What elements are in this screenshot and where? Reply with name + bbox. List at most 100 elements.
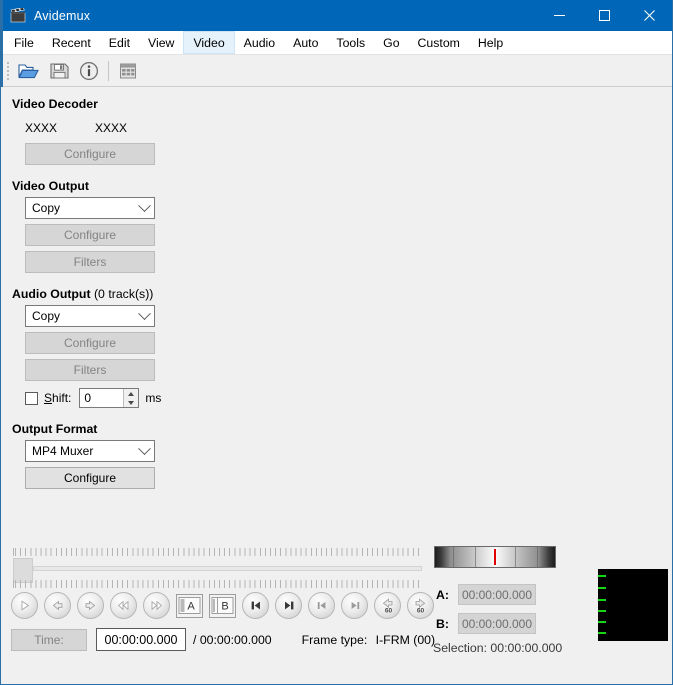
frame-type-value: I-FRM (00) [375, 632, 436, 647]
window-title: Avidemux [34, 8, 91, 23]
bottom-control-area: A B 60 60 Time: 00:00:00.000 / 00:00:00.… [1, 544, 672, 684]
main-content: Video Decoder XXXX XXXX Configure Video … [1, 87, 672, 684]
next-frame-button[interactable] [77, 592, 104, 619]
playhead-marker [494, 549, 496, 565]
video-output-title: Video Output [12, 179, 89, 193]
current-time-input[interactable]: 00:00:00.000 [96, 628, 186, 651]
navigation-strip[interactable] [434, 546, 556, 568]
save-file-icon[interactable] [44, 57, 74, 85]
menu-help[interactable]: Help [469, 31, 512, 54]
previous-keyframe-button[interactable] [308, 592, 335, 619]
forward-button[interactable] [143, 592, 170, 619]
title-bar: Avidemux [1, 0, 672, 31]
audio-output-track-count: (0 track(s)) [90, 287, 154, 301]
info-icon[interactable] [74, 57, 104, 85]
video-output-filters-button[interactable]: Filters [25, 251, 155, 273]
video-decoder-info: XXXX XXXX [12, 121, 179, 135]
video-output-configure-button[interactable]: Configure [25, 224, 155, 246]
video-output-section: Video Output Copy Configure Filters [12, 179, 179, 273]
video-output-codec-value: Copy [32, 201, 61, 215]
frame-type-info: Frame type: I-FRM (00) [302, 633, 435, 647]
time-button[interactable]: Time: [11, 628, 87, 651]
video-decoder-title: Video Decoder [12, 97, 98, 111]
output-format-section: Output Format MP4 Muxer Configure [12, 422, 179, 489]
go-to-marker-a-button[interactable] [242, 592, 269, 619]
next-keyframe-button[interactable] [341, 592, 368, 619]
audio-shift-row: Shift: 0 ms [25, 388, 179, 408]
play-button[interactable] [11, 592, 38, 619]
settings-panel: Video Decoder XXXX XXXX Configure Video … [1, 87, 179, 503]
avidemux-window: Avidemux File Recent Edit View Video Aud… [0, 0, 673, 685]
audio-output-filters-button[interactable]: Filters [25, 359, 155, 381]
calculator-film-icon[interactable] [113, 57, 143, 85]
seek-ticks-bottom [13, 580, 423, 588]
svg-text:B: B [221, 601, 228, 613]
back-60s-button[interactable]: 60 [374, 592, 401, 619]
marker-b-row: B: 00:00:00.000 [433, 613, 536, 634]
toolbar-separator [108, 60, 109, 81]
total-time-label: / 00:00:00.000 [193, 632, 272, 647]
menu-custom[interactable]: Custom [409, 31, 469, 54]
output-format-muxer-select[interactable]: MP4 Muxer [25, 440, 155, 462]
maximize-button[interactable] [582, 0, 627, 31]
rewind-button[interactable] [110, 592, 137, 619]
mark-b-button[interactable]: B [209, 593, 236, 618]
seek-slider[interactable] [13, 548, 423, 588]
video-decoder-field-one: XXXX [25, 121, 58, 135]
svg-text:60: 60 [417, 608, 425, 614]
film-clapper-icon [10, 6, 26, 24]
menu-video[interactable]: Video [183, 31, 235, 54]
output-format-muxer-value: MP4 Muxer [32, 444, 94, 458]
menu-auto[interactable]: Auto [284, 31, 327, 54]
output-format-configure-button[interactable]: Configure [25, 467, 155, 489]
output-format-title: Output Format [12, 422, 98, 436]
frame-type-label: Frame type: [301, 632, 368, 647]
menu-edit[interactable]: Edit [100, 31, 139, 54]
video-decoder-configure-button[interactable]: Configure [25, 143, 155, 165]
audio-output-section: Audio Output (0 track(s)) Copy Configure… [12, 287, 179, 408]
seek-ticks-top [13, 548, 423, 556]
stepper-up-icon[interactable] [124, 389, 138, 398]
window-buttons [537, 0, 672, 31]
mark-a-button[interactable]: A [176, 593, 203, 618]
volume-meter [598, 569, 668, 641]
svg-text:A: A [187, 601, 195, 613]
video-decoder-field-two: XXXX [95, 121, 128, 135]
marker-a-field[interactable]: 00:00:00.000 [458, 584, 536, 605]
marker-a-row: A: 00:00:00.000 [433, 584, 536, 605]
menu-file[interactable]: File [5, 31, 43, 54]
menu-tools[interactable]: Tools [327, 31, 374, 54]
marker-a-label: A: [436, 587, 449, 602]
menu-recent[interactable]: Recent [43, 31, 100, 54]
menu-audio[interactable]: Audio [235, 31, 284, 54]
audio-shift-label: Shift: [44, 391, 72, 405]
audio-shift-units: ms [145, 391, 162, 405]
audio-shift-checkbox[interactable] [25, 391, 38, 405]
seek-groove [33, 566, 422, 571]
chevron-down-icon [138, 198, 151, 212]
chevron-down-icon [138, 306, 151, 320]
minimize-button[interactable] [537, 0, 582, 31]
menu-view[interactable]: View [139, 31, 183, 54]
stepper-down-icon[interactable] [124, 398, 138, 407]
open-file-icon[interactable] [14, 57, 44, 85]
svg-text:60: 60 [385, 608, 393, 614]
go-to-marker-b-button[interactable] [275, 592, 302, 619]
audio-output-title: Audio Output (0 track(s)) [12, 287, 179, 301]
audio-shift-stepper[interactable]: 0 [79, 388, 140, 408]
close-button[interactable] [627, 0, 672, 31]
video-output-codec-select[interactable]: Copy [25, 197, 155, 219]
video-decoder-section: Video Decoder XXXX XXXX Configure [12, 97, 179, 165]
toolbar-grip[interactable] [5, 59, 11, 82]
chevron-down-icon [138, 441, 151, 455]
audio-shift-arrows[interactable] [123, 389, 139, 407]
marker-b-field[interactable]: 00:00:00.000 [458, 613, 536, 634]
menu-go[interactable]: Go [374, 31, 408, 54]
audio-output-codec-select[interactable]: Copy [25, 305, 155, 327]
audio-shift-value: 0 [84, 391, 92, 405]
previous-frame-button[interactable] [44, 592, 71, 619]
forward-60s-button[interactable]: 60 [407, 592, 434, 619]
seek-track[interactable] [13, 558, 423, 583]
audio-output-configure-button[interactable]: Configure [25, 332, 155, 354]
selection-panel: A: 00:00:00.000 B: 00:00:00.000 Selectio… [433, 544, 673, 684]
